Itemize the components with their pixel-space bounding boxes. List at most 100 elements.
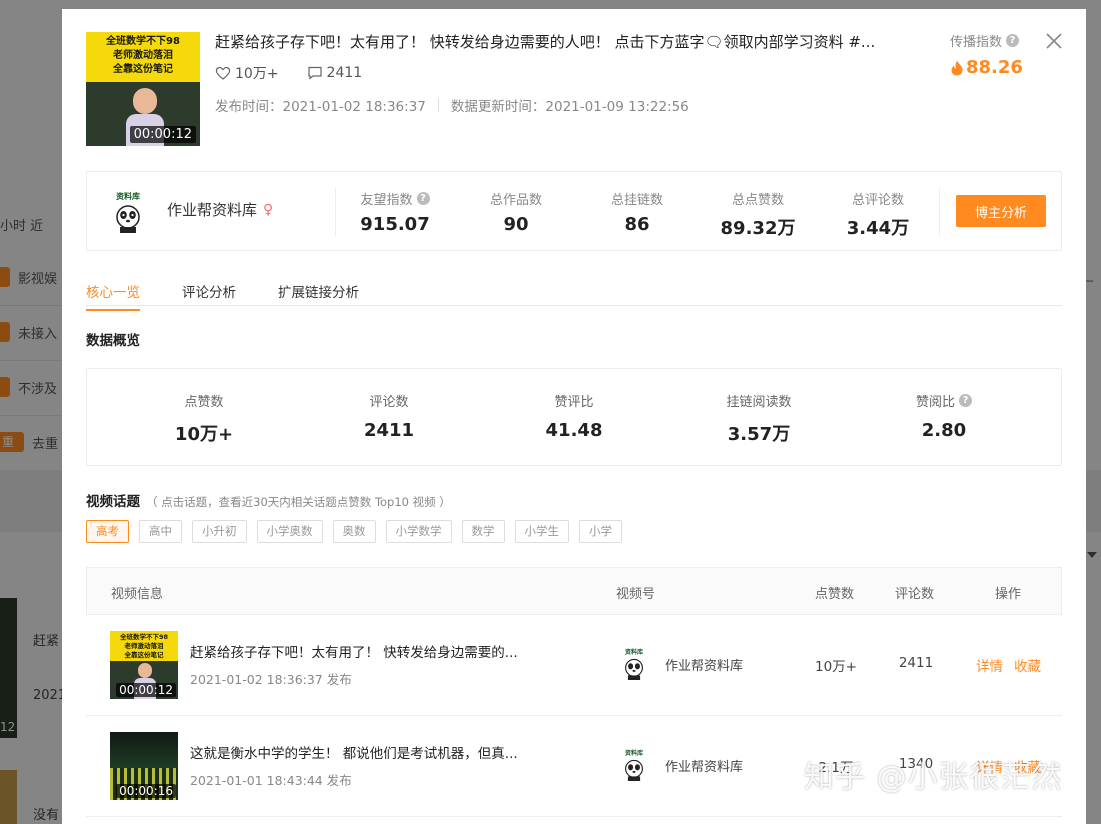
thumbnail-banner: 全班数学不下98 老师激动落泪 全靠这份笔记 — [86, 32, 200, 82]
overview-label: 挂链阅读数 — [726, 395, 792, 410]
divider — [939, 188, 940, 236]
topics-title: 视频话题 — [86, 494, 140, 510]
topic-tag[interactable]: 小升初 — [192, 520, 247, 543]
metric-label: 友望指数 — [360, 193, 413, 208]
zhihu-watermark: 知乎 @小张很茫然 — [804, 760, 1063, 795]
topic-tag[interactable]: 小学 — [579, 520, 622, 543]
overview-value: 2.80 — [921, 420, 967, 441]
row-published: 2021-01-02 18:36:37 发布 — [190, 672, 352, 687]
metric-label: 总挂链数 — [610, 193, 663, 208]
detail-link[interactable]: 详情 — [976, 655, 1003, 675]
topics-hint: （ 点击话题，查看近30天内相关话题点赞数 Top10 视频 ） — [146, 495, 451, 509]
thumbnail-banner: 全班数学不下98 老师激动落泪 全靠这份笔记 — [110, 631, 178, 661]
topic-tag[interactable]: 数学 — [461, 520, 505, 543]
column-header: 评论数 — [895, 587, 935, 602]
overview-value: 41.48 — [545, 420, 603, 441]
column-header: 视频信息 — [111, 587, 164, 602]
topic-tag[interactable]: 高考 — [86, 520, 129, 543]
banner-line: 老师激动落泪 — [113, 50, 173, 61]
video-title: 赶紧给孩子存下吧！太有用了！ 快转发给身边需要的人吧！ 点击下方蓝字🗨领取内部学… — [215, 33, 876, 51]
close-button[interactable] — [1044, 31, 1064, 51]
help-icon[interactable]: ? — [1006, 34, 1020, 47]
publish-time: 发布时间：2021-01-02 18:36:37 — [215, 99, 426, 115]
comments-count: 2411 — [326, 65, 363, 81]
row-author-avatar[interactable]: 资料库 — [618, 647, 650, 681]
row-title[interactable]: 赶紧给孩子存下吧！太有用了！ 快转发给身边需要的... — [190, 641, 535, 661]
metric-likes: 总点赞数 89.32万 — [698, 189, 818, 240]
topic-tag-list: 高考 高中 小升初 小学奥数 奥数 小学数学 数学 小学生 小学 — [86, 520, 632, 543]
overview-label: 点赞数 — [184, 395, 224, 410]
overview-like-read-ratio: 赞阅比? 2.80 — [869, 391, 1019, 441]
row-duration: 00:00:12 — [116, 683, 176, 697]
avatar-text: 资料库 — [625, 648, 643, 656]
spread-index-value: 88.26 — [950, 57, 1023, 78]
row-author[interactable]: 作业帮资料库 — [665, 756, 743, 775]
metric-comments: 总评论数 3.44万 — [818, 189, 938, 240]
author-card: 资料库 作业帮资料库 ♀ 友望指数? 915.07 总作品数 90 总挂链数 8… — [86, 171, 1062, 251]
row-comments: 2411 — [898, 655, 934, 671]
topic-tag[interactable]: 小学数学 — [385, 520, 452, 543]
row-thumbnail[interactable]: 00:00:16 — [110, 732, 178, 800]
video-thumbnail[interactable]: 全班数学不下98 老师激动落泪 全靠这份笔记 00:00:12 — [86, 32, 200, 146]
overview-like-comment-ratio: 赞评比 41.48 — [499, 391, 649, 441]
female-icon: ♀ — [263, 201, 274, 218]
favorite-link[interactable]: 收藏 — [1014, 655, 1041, 675]
overview-likes: 点赞数 10万+ — [129, 391, 279, 446]
comments-stat: 2411 — [307, 65, 363, 81]
overview-value: 10万+ — [174, 424, 234, 445]
metric-value: 3.44万 — [846, 218, 910, 239]
row-author-avatar[interactable]: 资料库 — [618, 748, 650, 782]
banner-line: 全靠这份笔记 — [113, 64, 173, 75]
video-detail-modal: 全班数学不下98 老师激动落泪 全靠这份笔记 00:00:12 赶紧给孩子存下吧… — [62, 9, 1086, 824]
data-overview: 点赞数 10万+ 评论数 2411 赞评比 41.48 挂链阅读数 3.57万 … — [86, 368, 1062, 466]
help-icon[interactable]: ? — [959, 394, 972, 407]
metric-label: 总点赞数 — [731, 193, 784, 208]
overview-label: 赞阅比 — [915, 395, 955, 410]
row-author[interactable]: 作业帮资料库 — [665, 655, 743, 674]
likes-stat: 10万+ — [215, 63, 279, 83]
divider — [437, 98, 439, 112]
overview-value: 2411 — [363, 420, 415, 441]
row-likes: 10万+ — [815, 659, 857, 675]
overview-label: 评论数 — [369, 395, 409, 410]
column-header: 点赞数 — [815, 587, 855, 602]
topic-tag[interactable]: 高中 — [139, 520, 182, 543]
overview-link-reads: 挂链阅读数 3.57万 — [684, 391, 834, 446]
comment-icon — [307, 66, 322, 80]
banner-line: 全班数学不下98 — [106, 36, 180, 47]
metric-label: 总作品数 — [489, 193, 542, 208]
metric-value: 86 — [624, 214, 650, 235]
update-time: 数据更新时间：2021-01-09 13:22:56 — [450, 99, 689, 115]
section-title: 数据概览 — [86, 333, 140, 349]
overview-value: 3.57万 — [727, 424, 791, 445]
metric-popularity: 友望指数? 915.07 — [335, 189, 455, 235]
tab-comment-analysis[interactable]: 评论分析 — [182, 281, 236, 309]
topic-tag[interactable]: 奥数 — [332, 520, 376, 543]
tab-bar: 核心一览 评论分析 扩展链接分析 — [86, 274, 1062, 311]
table-header: 视频信息 视频号 点赞数 评论数 操作 — [86, 567, 1062, 615]
metric-value: 915.07 — [360, 214, 430, 235]
fire-icon — [951, 60, 963, 75]
topic-tag[interactable]: 小学奥数 — [256, 520, 323, 543]
topic-tag[interactable]: 小学生 — [514, 520, 569, 543]
overview-label: 赞评比 — [554, 395, 594, 410]
author-name[interactable]: 作业帮资料库 ♀ — [167, 199, 273, 220]
metric-value: 89.32万 — [720, 218, 796, 239]
author-avatar[interactable]: 资料库 — [107, 190, 149, 234]
tab-core-overview[interactable]: 核心一览 — [86, 281, 140, 311]
tab-link-analysis[interactable]: 扩展链接分析 — [278, 281, 359, 309]
help-icon[interactable]: ? — [416, 192, 430, 205]
metric-links: 总挂链数 86 — [577, 189, 697, 235]
spread-index-label: 传播指数 ? — [950, 31, 1020, 50]
spread-label-text: 传播指数 — [950, 35, 1003, 50]
video-dates: 发布时间：2021-01-02 18:36:37 数据更新时间：2021-01-… — [215, 95, 689, 115]
video-stats: 10万+ 2411 — [215, 63, 390, 83]
metric-value: 90 — [503, 214, 529, 235]
likes-count: 10万+ — [235, 66, 279, 82]
blogger-analysis-button[interactable]: 博主分析 — [956, 195, 1046, 227]
row-thumbnail[interactable]: 全班数学不下98 老师激动落泪 全靠这份笔记 00:00:12 — [110, 631, 178, 699]
row-title[interactable]: 这就是衡水中学的学生！ 都说他们是考试机器，但真... — [190, 742, 535, 762]
column-header: 视频号 — [616, 587, 656, 602]
heart-icon — [215, 66, 231, 80]
table-row: 全班数学不下98 老师激动落泪 全靠这份笔记 00:00:12 赶紧给孩子存下吧… — [86, 615, 1062, 716]
